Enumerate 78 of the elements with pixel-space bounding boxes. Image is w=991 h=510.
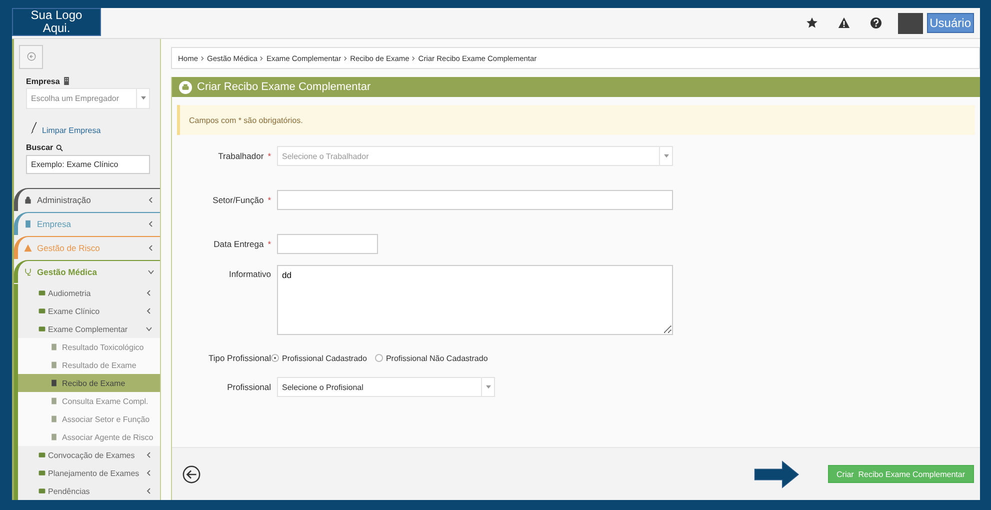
logo-text: Sua Logo Aqui. <box>12 8 101 36</box>
menu-item[interactable]: Gestão Médica <box>14 260 160 283</box>
menu-item-icon <box>38 487 46 495</box>
document-icon <box>50 379 58 387</box>
sector-input[interactable] <box>277 190 673 210</box>
field-label: Informativo <box>228 269 271 279</box>
help-icon[interactable] <box>870 17 882 29</box>
caret-icon <box>486 385 490 389</box>
field-label: Data Entrega <box>214 239 264 249</box>
chevron-icon <box>260 56 264 60</box>
warning-icon <box>24 244 32 252</box>
stethoscope-icon <box>24 268 32 276</box>
company-label: Empresa <box>26 76 60 86</box>
building-icon <box>24 220 32 228</box>
menu-item[interactable]: Administração <box>14 188 160 211</box>
chevron-icon <box>146 290 152 296</box>
document-icon <box>50 343 58 351</box>
search-field[interactable]: Exemplo: Exame Clínico <box>26 155 150 174</box>
back-arrow-icon <box>26 52 36 62</box>
radio-label[interactable]: Profissional Cadastrado <box>282 354 367 362</box>
star-icon[interactable] <box>806 17 818 29</box>
caret-icon <box>664 154 668 158</box>
radio-button[interactable] <box>374 354 383 362</box>
required-fields-alert: Campos com * são obrigatórios. <box>177 105 975 135</box>
chevron-icon <box>146 326 152 332</box>
caret-icon <box>140 96 146 100</box>
avatar-photo-placeholder[interactable] <box>898 12 923 34</box>
date-input[interactable] <box>277 234 378 254</box>
search-icon <box>56 144 64 152</box>
chevron-icon <box>148 197 154 203</box>
panel-title: Criar Recibo Exame Complementar <box>197 81 371 93</box>
submenu-leaf-item[interactable]: Associar Agente de Risco <box>14 428 160 446</box>
radio-label[interactable]: Profissional Não Cadastrado <box>386 354 488 362</box>
building-icon <box>62 77 70 86</box>
lock-icon <box>24 196 32 204</box>
document-icon <box>50 397 58 405</box>
warning-icon[interactable] <box>838 17 850 29</box>
chevron-icon <box>148 269 154 275</box>
back-icon[interactable] <box>182 464 201 484</box>
menu-item-icon <box>38 289 46 297</box>
menu-item-icon <box>38 325 46 333</box>
chevron-icon <box>146 308 152 314</box>
submenu-leaf-item[interactable]: Resultado Toxicológico <box>14 338 160 356</box>
required-asterisk: * <box>268 239 271 249</box>
document-icon <box>50 433 58 441</box>
submenu-leaf-item[interactable]: Recibo de Exame <box>14 374 160 392</box>
user-button[interactable]: Usuário <box>926 13 974 33</box>
chevron-icon <box>146 488 152 494</box>
menu-item-icon <box>38 451 46 459</box>
field-label: Tipo Profissional <box>208 353 271 363</box>
menu-item-icon <box>38 469 46 477</box>
submenu-leaf-item[interactable]: Consulta Exame Compl. <box>14 392 160 410</box>
radio-button[interactable] <box>271 354 279 362</box>
menu-item-icon <box>38 307 46 315</box>
document-icon <box>50 361 58 369</box>
document-icon <box>50 415 58 423</box>
chevron-icon <box>344 56 348 60</box>
chevron-icon <box>146 452 152 458</box>
chevron-icon <box>201 56 204 60</box>
field-label: Setor/Função <box>212 195 264 205</box>
chevron-icon <box>148 245 154 251</box>
chevron-icon <box>412 56 416 60</box>
info-textarea[interactable]: dd <box>277 265 673 335</box>
required-asterisk: * <box>268 151 271 161</box>
printer-icon <box>179 80 192 94</box>
chevron-icon <box>146 470 152 476</box>
professional-select[interactable]: Selecione o Profisional <box>277 377 495 397</box>
menu-item[interactable]: Empresa <box>14 212 160 235</box>
worker-select[interactable]: Selecione o Trabalhador <box>277 146 673 166</box>
submenu-leaf-item[interactable]: Resultado de Exame <box>14 356 160 374</box>
chevron-icon <box>148 221 154 227</box>
search-label: Buscar <box>26 143 54 152</box>
clear-company-link[interactable]: Limpar Empresa <box>42 126 101 136</box>
required-asterisk: * <box>268 195 271 205</box>
submenu-leaf-item[interactable]: Associar Setor e Função <box>14 410 160 428</box>
field-label: Profissional <box>227 382 271 392</box>
field-label: Trabalhador <box>218 151 264 161</box>
company-select[interactable]: Escolha um Empregador <box>26 88 150 110</box>
